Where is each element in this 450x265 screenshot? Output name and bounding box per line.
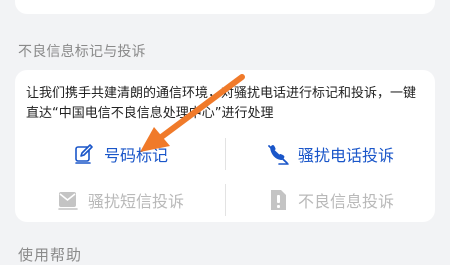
action-row-1: 号码标记 骚扰电话投诉 — [15, 136, 435, 172]
number-mark-button[interactable]: 号码标记 — [15, 136, 225, 172]
action-row-2: 骚扰短信投诉 不良信息投诉 — [15, 182, 435, 218]
report-icon — [270, 190, 286, 210]
bad-info-complaint-button[interactable]: 不良信息投诉 — [225, 182, 435, 218]
harassment-sms-complaint-label: 骚扰短信投诉 — [87, 192, 184, 211]
help-section-title: 使用帮助 — [18, 246, 83, 264]
number-mark-label: 号码标记 — [103, 146, 168, 165]
message-icon — [58, 192, 78, 210]
section-description: 让我们携手共建清朗的通信环境，对骚扰电话进行标记和投诉，一键直达“中国电信不良信… — [26, 86, 417, 121]
bad-info-complaint-label: 不良信息投诉 — [297, 192, 394, 211]
edit-icon — [75, 144, 93, 164]
phone-crossed-icon — [268, 145, 289, 165]
section-title: 不良信息标记与投诉 — [18, 44, 146, 60]
harassment-sms-complaint-button[interactable]: 骚扰短信投诉 — [15, 182, 225, 218]
previous-card — [15, 0, 435, 14]
harassment-call-complaint-label: 骚扰电话投诉 — [297, 146, 394, 165]
complaint-card: 让我们携手共建清朗的通信环境，对骚扰电话进行标记和投诉，一键直达“中国电信不良信… — [15, 70, 435, 222]
harassment-call-complaint-button[interactable]: 骚扰电话投诉 — [225, 136, 435, 172]
